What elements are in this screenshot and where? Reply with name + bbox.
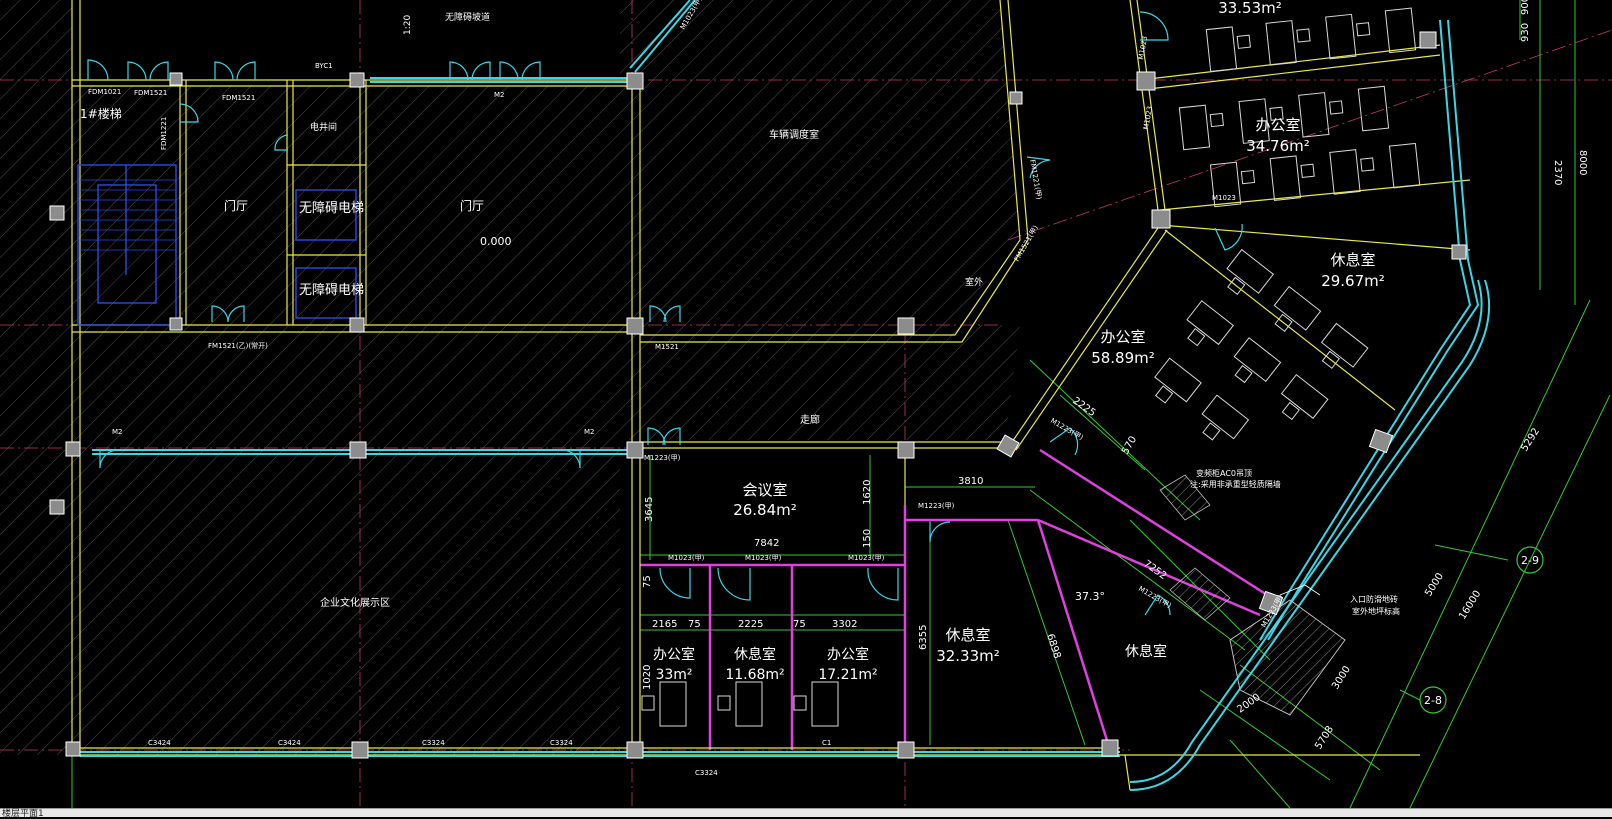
ramp-slope: 1:20 — [403, 15, 413, 35]
room-name: 休息室 — [1330, 251, 1375, 269]
room-area: 29.67m² — [1321, 272, 1385, 290]
elevator-label: 无障碍电梯 — [299, 201, 364, 216]
door-tag: FM1521(乙)(常开) — [208, 341, 268, 350]
dimension-value: 930 — [1520, 23, 1531, 42]
room-area: 32.33m² — [936, 647, 1000, 665]
note: 室外地坪标高 — [1352, 606, 1400, 616]
room-name: 办公室 — [827, 646, 869, 663]
room-name: 休息室 — [1125, 643, 1167, 660]
ramp-label: 无障碍坡道 — [445, 11, 490, 23]
dimension-value: 75 — [642, 575, 653, 588]
door-tag: FM1221(甲) — [1028, 159, 1043, 200]
dimension-value: 1620 — [862, 480, 873, 505]
dimension-value: 3000 — [1330, 664, 1353, 691]
dimension-value: 2225 — [738, 619, 763, 630]
room-area: 11.68m² — [725, 667, 784, 683]
axis-bubble-label: 2-9 — [1521, 554, 1539, 567]
elevator-label: 无障碍电梯 — [299, 283, 364, 298]
door-tag: M1023 — [1137, 35, 1149, 60]
door-tag: C3424 — [278, 739, 301, 747]
dimension-value: 5292 — [1519, 426, 1542, 453]
stair-label: 1#楼梯 — [80, 106, 122, 121]
room-area: 34.76m² — [1246, 137, 1310, 155]
room-area: 33.53m² — [1218, 0, 1282, 17]
dimension-value: 16000 — [1457, 589, 1483, 622]
room-name: 企业文化展示区 — [320, 596, 390, 609]
axis-bubbles — [1419, 546, 1544, 714]
door-tag: C3424 — [148, 739, 171, 747]
door-tag: M2 — [584, 428, 595, 436]
door-tag: M1023 — [1212, 194, 1236, 202]
elevation-mark: 0.000 — [480, 235, 512, 248]
dimension-value: 1020 — [642, 665, 653, 690]
cad-drawing-canvas[interactable]: 门厅 门厅 车辆调度室 企业文化展示区 走廊 会议室 26.84m² 33.53… — [0, 0, 1612, 809]
room-name: 门厅 — [224, 198, 248, 213]
dimension-value: 8000 — [1577, 150, 1588, 175]
dimension-value: 6355 — [918, 625, 929, 650]
room-name: 门厅 — [460, 198, 484, 213]
room-area: 26.84m² — [733, 501, 797, 519]
floor-plan[interactable]: 门厅 门厅 车辆调度室 企业文化展示区 走廊 会议室 26.84m² 33.53… — [0, 0, 1612, 809]
room-name: 车辆调度室 — [769, 128, 819, 141]
door-tag: FDM1221 — [160, 117, 168, 150]
note: 注:采用非承重型轻质隔墙 — [1190, 479, 1281, 489]
status-text: 楼层平面1 — [2, 809, 44, 819]
dimension-value: 75 — [793, 619, 806, 630]
note: 变频柜AC0吊顶 — [1196, 468, 1252, 478]
door-tag: C3324 — [550, 739, 573, 747]
door-tag: FDM1021 — [88, 88, 121, 96]
dimension-value: 3302 — [832, 619, 857, 630]
room-name: 会议室 — [742, 481, 787, 499]
room-area: 58.89m² — [1091, 349, 1155, 367]
angle-label: 37.3° — [1075, 590, 1105, 603]
dimension-value: 7252 — [1141, 558, 1168, 582]
dimension-value: 2000 — [1235, 692, 1262, 716]
note: 入口防滑地砖 — [1350, 594, 1398, 604]
room-name: 休息室 — [945, 626, 990, 644]
room-name: 休息室 — [734, 646, 776, 663]
hatched-floor — [0, 0, 1020, 755]
room-area: 33m² — [655, 667, 692, 683]
room-name: 办公室 — [1255, 116, 1300, 134]
room-name: 走廊 — [800, 413, 820, 426]
door-tag: C3324 — [695, 769, 718, 777]
dimension-value: 2370 — [1552, 160, 1563, 185]
room-name: 办公室 — [1100, 328, 1145, 346]
door-tag: M1521 — [655, 343, 679, 351]
elevator-room-label: 电井间 — [310, 121, 337, 133]
door-tag: M1223(甲) — [918, 502, 955, 510]
axis-bubble-label: 2-8 — [1424, 694, 1442, 707]
door-tag: M1023(甲) — [848, 554, 885, 562]
exit-label: 室外 — [965, 276, 983, 288]
door-tag: M2 — [494, 91, 505, 99]
status-bar: 楼层平面1 — [0, 808, 1612, 819]
dimension-value: 75 — [688, 619, 701, 630]
door-tag: M1223(甲) — [644, 454, 681, 462]
door-tag: FDM1521 — [222, 94, 255, 102]
door-tag: M1023(甲) — [668, 554, 705, 562]
dimension-value: 5000 — [1423, 571, 1446, 598]
dimension-value: 900 — [1520, 0, 1531, 15]
room-area: 17.21m² — [818, 667, 877, 683]
entrance-ramp — [1159, 474, 1346, 716]
dimension-value: 570 — [1120, 434, 1139, 456]
door-tag: BYC1 — [315, 62, 333, 70]
dimension-value: 5708 — [1313, 724, 1336, 751]
dimension-value: 3810 — [958, 476, 983, 487]
door-tag: M1223(甲) — [1137, 585, 1173, 610]
door-tag: M1023(甲) — [745, 554, 782, 562]
door-tag: M2 — [112, 428, 123, 436]
dimension-value: 150 — [862, 529, 873, 548]
dimension-value: 2165 — [652, 619, 677, 630]
dimension-value: 6898 — [1044, 633, 1062, 661]
room-name: 办公室 — [653, 646, 695, 663]
door-tag: FDM1521 — [134, 89, 167, 97]
door-tag: C3324 — [422, 739, 445, 747]
door-tag: C1 — [822, 739, 831, 747]
dimension-value: 7842 — [754, 538, 779, 549]
dimension-value: 3645 — [644, 497, 655, 522]
